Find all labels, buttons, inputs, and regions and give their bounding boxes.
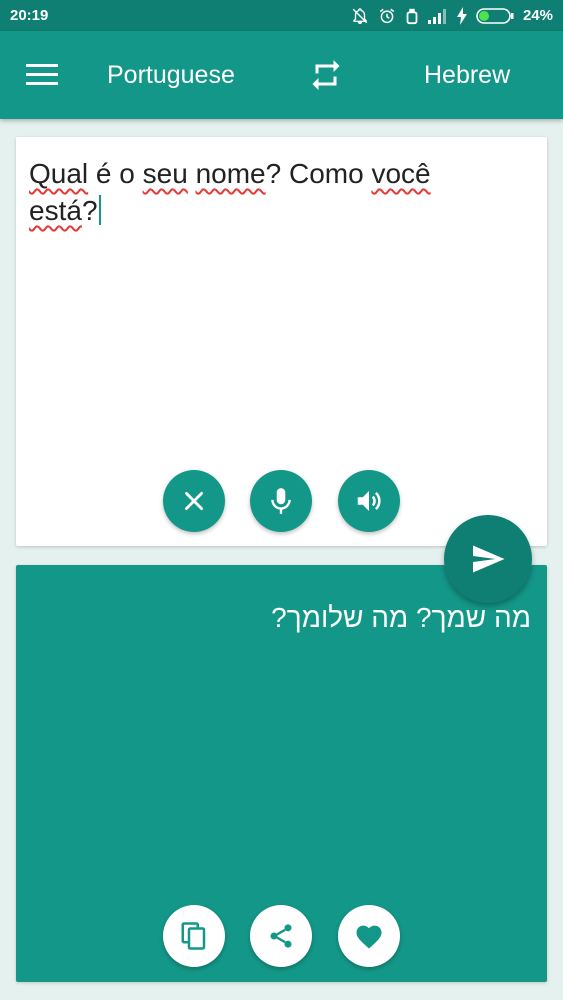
microphone-button[interactable] (250, 470, 312, 532)
translation-text: מה שמך? מה שלומך? (271, 602, 531, 633)
target-language-selector[interactable]: Hebrew (424, 61, 510, 90)
close-icon (185, 492, 203, 510)
status-bar: 20:19 24% (0, 0, 563, 31)
share-icon (270, 924, 292, 948)
clear-button[interactable] (163, 470, 225, 532)
app-toolbar: Portuguese Hebrew (0, 31, 563, 119)
misspelled-word: está (29, 195, 82, 226)
source-language-selector[interactable]: Portuguese (107, 61, 235, 90)
swap-languages-button[interactable] (308, 57, 344, 93)
swap-arrows-icon (312, 60, 340, 90)
misspelled-word: você (371, 158, 431, 189)
copy-icon (181, 922, 206, 950)
source-text-segment: é o (88, 158, 143, 189)
source-text-segment: ? (81, 195, 98, 226)
misspelled-word: Qual (29, 158, 89, 189)
signal-icon (427, 8, 446, 24)
source-text-card: Qual é o seu nome? Como você está? (16, 137, 547, 546)
speaker-icon (357, 491, 381, 511)
send-icon (473, 545, 505, 573)
source-text-segment (188, 158, 196, 189)
speaker-button[interactable] (338, 470, 400, 532)
muted-bell-icon (352, 7, 368, 24)
headset-icon (406, 8, 418, 24)
misspelled-word: nome (195, 158, 266, 189)
share-button[interactable] (250, 905, 312, 967)
status-icons: 24% (351, 6, 553, 25)
favorite-button[interactable] (338, 905, 400, 967)
heart-icon (356, 925, 382, 949)
source-text-segment: ? Como (265, 158, 372, 189)
hamburger-menu-icon (26, 64, 58, 85)
translation-card: מה שמך? מה שלומך? (16, 565, 547, 982)
copy-button[interactable] (163, 905, 225, 967)
battery-percent: 24% (522, 7, 553, 24)
misspelled-word: seu (142, 158, 188, 189)
microphone-icon (271, 488, 291, 514)
source-text-input[interactable]: Qual é o seu nome? Como você está? (29, 155, 529, 229)
charging-icon (456, 6, 467, 25)
translate-send-button[interactable] (444, 515, 532, 603)
battery-icon (476, 7, 514, 24)
text-cursor (98, 195, 101, 225)
alarm-icon (379, 8, 395, 23)
menu-button[interactable] (26, 61, 60, 89)
status-time: 20:19 (10, 7, 49, 24)
